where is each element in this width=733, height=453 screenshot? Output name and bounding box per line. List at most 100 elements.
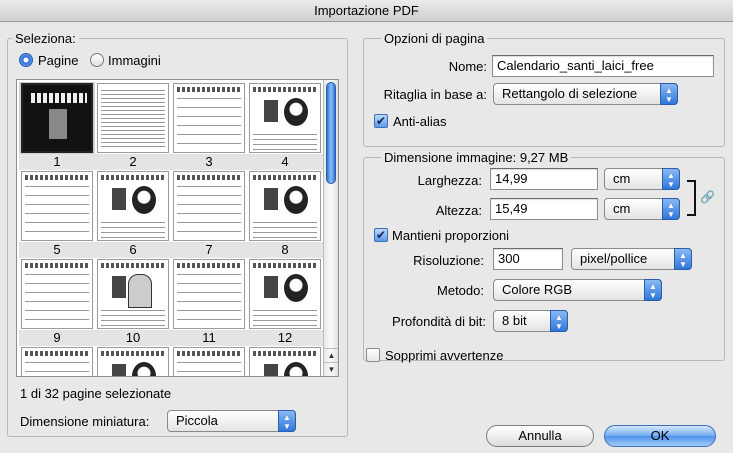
checkmark-icon: ✔ — [375, 228, 387, 242]
thumbnail-page-number: 10 — [95, 330, 171, 346]
resolution-field[interactable]: 300 — [493, 248, 563, 270]
thumbnail-page-number: 9 — [19, 330, 95, 346]
thumbnail-scrollbar[interactable]: ▲ ▼ — [323, 80, 338, 376]
thumbnail-item[interactable]: 12 — [247, 258, 323, 346]
thumbnail-item[interactable] — [171, 346, 247, 376]
radio-images-label: Immagini — [108, 53, 161, 68]
thumbnail-page-number: 1 — [19, 154, 95, 170]
thumbnail-page-number: 4 — [247, 154, 323, 170]
thumbnail-list[interactable]: 1 2 3 4 5 6 7 8 9 10 11 12 ▲ ▼ — [16, 79, 339, 377]
suppress-warnings-label: Sopprimi avvertenze — [385, 348, 504, 363]
scroll-up-icon[interactable]: ▲ — [324, 348, 338, 362]
height-label: Altezza: — [435, 203, 482, 218]
thumbnail-item[interactable]: 4 — [247, 82, 323, 170]
updown-arrows-icon: ▲ ▼ — [662, 168, 680, 190]
scroll-down-icon[interactable]: ▼ — [324, 362, 338, 376]
antialias-checkbox[interactable]: ✔ — [374, 114, 388, 128]
updown-arrows-icon: ▲ ▼ — [662, 198, 680, 220]
thumbnail-item[interactable]: 6 — [95, 170, 171, 258]
resolution-value: 300 — [498, 251, 520, 266]
width-field[interactable]: 14,99 — [490, 168, 598, 190]
name-label: Nome: — [448, 59, 487, 74]
ok-button-label: OK — [650, 428, 670, 443]
height-unit-popup[interactable]: cm ▲ ▼ — [604, 198, 680, 220]
radio-pages-label: Pagine — [38, 53, 79, 68]
depth-popup[interactable]: 8 bit ▲ ▼ — [493, 310, 568, 332]
resolution-label: Risoluzione: — [413, 253, 484, 268]
select-group-title: Seleziona: — [12, 31, 79, 46]
selection-status: 1 di 32 pagine selezionate — [20, 386, 172, 401]
crop-value: Rettangolo di selezione — [502, 86, 638, 101]
scrollbar-knob[interactable] — [326, 82, 336, 184]
resolution-unit-value: pixel/pollice — [580, 251, 648, 266]
updown-arrows-icon: ▲ ▼ — [644, 279, 662, 301]
chain-link-icon: 🔗 — [700, 190, 715, 204]
updown-arrows-icon: ▲ ▼ — [660, 83, 678, 105]
thumbnail-item[interactable]: 11 — [171, 258, 247, 346]
page-thumbnail-image — [249, 259, 321, 329]
page-thumbnail-image — [249, 171, 321, 241]
thumbnail-item[interactable] — [19, 346, 95, 376]
updown-arrows-icon: ▲ ▼ — [278, 410, 296, 432]
name-field[interactable]: Calendario_santi_laici_free — [492, 55, 714, 77]
thumb-size-value: Piccola — [176, 413, 218, 428]
thumbnail-page-number: 11 — [171, 330, 247, 346]
thumbnail-item[interactable]: 7 — [171, 170, 247, 258]
page-options-title: Opzioni di pagina — [381, 31, 488, 46]
mode-popup[interactable]: Colore RGB ▲ ▼ — [493, 279, 662, 301]
dialog-body: Seleziona: Pagine Immagini 1 2 3 4 5 6 7 8 9 10 11… — [0, 22, 733, 453]
height-value: 15,49 — [495, 201, 528, 216]
ok-button[interactable]: OK — [604, 425, 716, 447]
page-thumbnail-image — [21, 171, 93, 241]
width-unit-value: cm — [613, 171, 631, 186]
constrain-bracket — [687, 180, 696, 216]
depth-label: Profondità di bit: — [392, 314, 486, 329]
thumbnail-item[interactable]: 3 — [171, 82, 247, 170]
thumbnail-page-number: 8 — [247, 242, 323, 258]
thumbnail-page-number: 7 — [171, 242, 247, 258]
mode-value: Colore RGB — [502, 282, 573, 297]
page-thumbnail-image — [97, 171, 169, 241]
page-thumbnail-image — [97, 83, 169, 153]
thumbnail-item[interactable]: 2 — [95, 82, 171, 170]
crop-popup[interactable]: Rettangolo di selezione ▲ ▼ — [493, 83, 678, 105]
width-label: Larghezza: — [417, 173, 482, 188]
mode-label: Metodo: — [437, 283, 484, 298]
window-titlebar[interactable]: Importazione PDF — [0, 0, 733, 22]
suppress-warnings-checkbox[interactable] — [366, 348, 380, 362]
thumbnail-page-number: 6 — [95, 242, 171, 258]
radio-images[interactable] — [90, 53, 104, 67]
width-unit-popup[interactable]: cm ▲ ▼ — [604, 168, 680, 190]
radio-pages[interactable] — [19, 53, 33, 67]
constrain-label: Mantieni proporzioni — [392, 228, 510, 243]
page-thumbnail-image — [173, 347, 245, 376]
crop-label: Ritaglia in base a: — [383, 87, 487, 102]
page-thumbnail-image — [173, 171, 245, 241]
thumbnail-item[interactable]: 1 — [19, 82, 95, 170]
page-thumbnail-image — [21, 259, 93, 329]
antialias-label: Anti-alias — [393, 114, 447, 129]
thumbnail-page-number: 12 — [247, 330, 323, 346]
thumbnail-page-number: 2 — [95, 154, 171, 170]
page-thumbnail-image — [173, 83, 245, 153]
updown-arrows-icon: ▲ ▼ — [674, 248, 692, 270]
cancel-button[interactable]: Annulla — [486, 425, 594, 447]
thumb-size-popup[interactable]: Piccola ▲ ▼ — [167, 410, 296, 432]
page-thumbnail-image — [97, 347, 169, 376]
constrain-checkbox[interactable]: ✔ — [374, 228, 388, 242]
cancel-button-label: Annulla — [518, 428, 562, 443]
resolution-unit-popup[interactable]: pixel/pollice ▲ ▼ — [571, 248, 692, 270]
thumbnail-item[interactable]: 8 — [247, 170, 323, 258]
updown-arrows-icon: ▲ ▼ — [550, 310, 568, 332]
thumbnail-item[interactable]: 9 — [19, 258, 95, 346]
thumbnail-item[interactable]: 5 — [19, 170, 95, 258]
page-thumbnail-image — [97, 259, 169, 329]
height-field[interactable]: 15,49 — [490, 198, 598, 220]
thumbnail-item[interactable] — [95, 346, 171, 376]
thumbnail-item[interactable]: 10 — [95, 258, 171, 346]
thumbnail-page-number: 3 — [171, 154, 247, 170]
thumbnail-item[interactable] — [247, 346, 323, 376]
checkmark-icon: ✔ — [375, 114, 387, 128]
page-thumbnail-image — [249, 83, 321, 153]
height-unit-value: cm — [613, 201, 631, 216]
